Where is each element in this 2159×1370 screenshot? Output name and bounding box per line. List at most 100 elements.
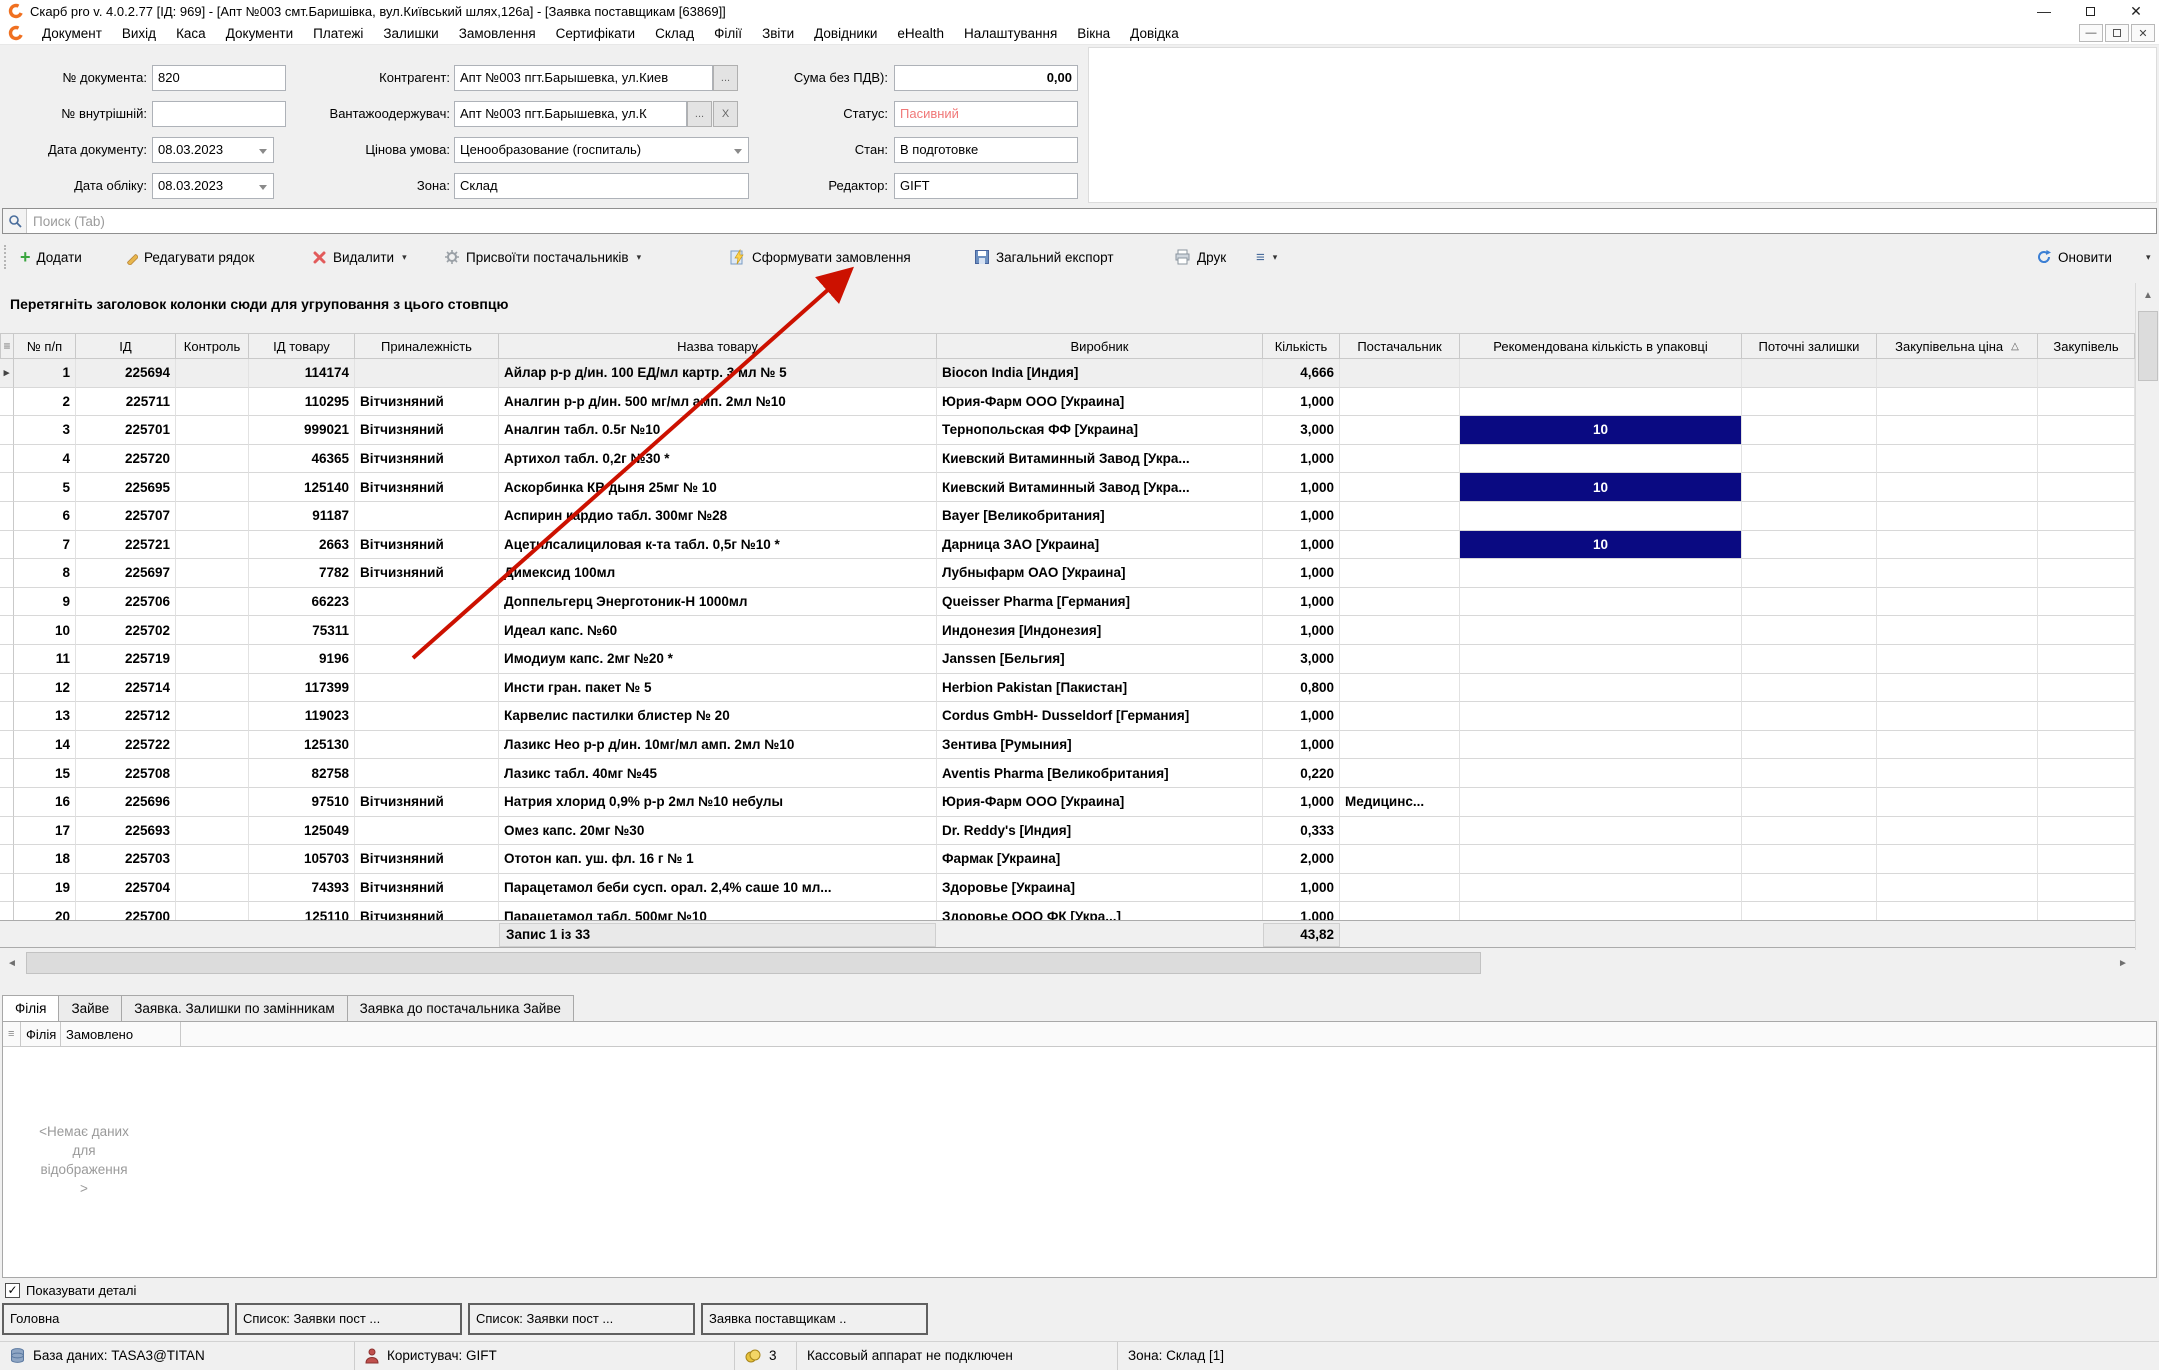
window-button-holovna[interactable]: Головна [2, 1303, 229, 1335]
menu-item-Документ[interactable]: Документ [32, 24, 112, 43]
window-button-spysok-2[interactable]: Список: Заявки пост ... [468, 1303, 695, 1335]
menu-item-Документи[interactable]: Документи [216, 24, 303, 43]
table-row[interactable]: 422572046365ВітчизнянийАртихол табл. 0,2… [0, 445, 2135, 474]
menu-item-Склад[interactable]: Склад [645, 24, 704, 43]
window-button-zayavka[interactable]: Заявка поставщикам .. [701, 1303, 928, 1335]
assign-suppliers-button[interactable]: Присвоїти постачальників▾ [440, 243, 645, 271]
close-icon[interactable]: ✕ [2113, 0, 2159, 22]
menu-item-Замовлення[interactable]: Замовлення [449, 24, 546, 43]
column-header-qty[interactable]: Кількість [1263, 333, 1340, 359]
column-header-stock[interactable]: Поточні залишки [1742, 333, 1877, 359]
notes-area[interactable] [1088, 47, 2157, 203]
horizontal-scroll-thumb[interactable] [26, 952, 1481, 974]
table-row[interactable]: 17225693125049Омез капс. 20мг №30Dr. Red… [0, 817, 2135, 846]
menu-item-Вихід[interactable]: Вихід [112, 24, 166, 43]
grid-header[interactable]: ≡№ п/пІДКонтрольІД товаруПриналежністьНа… [0, 333, 2135, 359]
delete-button[interactable]: Видалити▾ [308, 243, 411, 271]
table-row[interactable]: 20225700125110ВітчизнянийПарацетамол таб… [0, 902, 2135, 920]
menu-item-Залишки[interactable]: Залишки [373, 24, 448, 43]
table-row[interactable]: 18225703105703ВітчизнянийОтотон кап. уш.… [0, 845, 2135, 874]
column-header-id[interactable]: ІД [76, 333, 176, 359]
menu-item-Налаштування[interactable]: Налаштування [954, 24, 1067, 43]
table-row[interactable]: 1022570275311Идеал капс. №60Индонезия [И… [0, 616, 2135, 645]
menu-item-Звіти[interactable]: Звіти [752, 24, 804, 43]
minimize-icon[interactable]: — [2021, 0, 2067, 22]
table-row[interactable]: 112257199196Имодиум капс. 2мг №20 *Janss… [0, 645, 2135, 674]
refresh-button[interactable]: Оновити [2032, 243, 2116, 271]
cell-price2 [2038, 731, 2135, 760]
menu-item-Довідники[interactable]: Довідники [804, 24, 887, 43]
table-row[interactable]: 14225722125130Лазикс Нео р-р д/ин. 10мг/… [0, 731, 2135, 760]
cell-tovar_id: 2663 [249, 531, 355, 560]
tab-zayavka-postachalnyka[interactable]: Заявка до постачальника Зайве [348, 995, 574, 1022]
menu-item-Довідка[interactable]: Довідка [1120, 24, 1189, 43]
search-input[interactable]: Поиск (Tab) [2, 208, 2157, 234]
menu-item-Вікна[interactable]: Вікна [1067, 24, 1120, 43]
scroll-left-icon[interactable]: ◄ [0, 950, 24, 976]
sum-field[interactable]: 0,00 [894, 65, 1078, 91]
search-icon[interactable] [3, 209, 27, 233]
column-header-maker[interactable]: Виробник [937, 333, 1263, 359]
table-row[interactable]: 1522570882758Лазикс табл. 40мг №45Aventi… [0, 759, 2135, 788]
tab-zalyshky-zaminnyky[interactable]: Заявка. Залишки по замінникам [122, 995, 347, 1022]
column-header-control[interactable]: Контроль [176, 333, 249, 359]
mdi-restore-icon[interactable] [2105, 24, 2129, 42]
menu-item-eHealth[interactable]: eHealth [887, 24, 954, 43]
cell-supplier [1340, 731, 1460, 760]
checkbox-checked-icon[interactable]: ✓ [5, 1283, 20, 1298]
table-row[interactable]: 3225701999021ВітчизнянийАналгин табл. 0.… [0, 416, 2135, 445]
mdi-close-icon[interactable]: ✕ [2131, 24, 2155, 42]
form-order-button[interactable]: Сформувати замовлення [726, 243, 915, 271]
detail-col-zamovleno[interactable]: Замовлено [61, 1022, 181, 1046]
column-header-name[interactable]: Назва товару [499, 333, 937, 359]
table-row[interactable]: 12225714117399Инсти гран. пакет № 5Herbi… [0, 674, 2135, 703]
gear-icon [444, 249, 460, 265]
mdi-minimize-icon[interactable]: — [2079, 24, 2103, 42]
detail-grid-header[interactable]: ≡ Філія Замовлено [3, 1022, 2156, 1047]
maximize-icon[interactable] [2067, 0, 2113, 22]
table-row[interactable]: 922570666223Доппельгерц Энерготоник-Н 10… [0, 588, 2135, 617]
toolbar-overflow-icon[interactable]: ▾ [2140, 243, 2155, 271]
table-row[interactable]: 2225711110295ВітчизнянийАналгин р-р д/ин… [0, 388, 2135, 417]
show-details-checkbox[interactable]: ✓ Показувати деталі [5, 1281, 136, 1299]
table-row[interactable]: 1922570474393ВітчизнянийПарацетамол беби… [0, 874, 2135, 903]
tab-zayve[interactable]: Зайве [59, 995, 122, 1022]
cell-supplier [1340, 616, 1460, 645]
list-menu-button[interactable]: ≡▾ [1252, 243, 1281, 271]
column-header-price2[interactable]: Закупівель [2038, 333, 2135, 359]
cell-n: 15 [14, 759, 76, 788]
detail-col-filiya[interactable]: Філія [21, 1022, 61, 1046]
add-button[interactable]: +Додати [16, 243, 86, 271]
consignee-field[interactable]: Апт №003 пгт.Барышевка, ул.К [454, 101, 687, 127]
table-row[interactable]: 72257212663ВітчизнянийАцетилсалициловая … [0, 531, 2135, 560]
column-header-supplier[interactable]: Постачальник [1340, 333, 1460, 359]
table-row[interactable]: 82256977782ВітчизнянийДимексид 100млЛубн… [0, 559, 2135, 588]
menu-item-Платежі[interactable]: Платежі [303, 24, 373, 43]
column-header-rec[interactable]: Рекомендована кількість в упаковці [1460, 333, 1742, 359]
scroll-right-icon[interactable]: ► [2111, 950, 2135, 976]
table-row[interactable]: 13225712119023Карвелис пастилки блистер … [0, 702, 2135, 731]
global-export-button[interactable]: Загальний експорт [970, 243, 1118, 271]
table-row[interactable]: ▸1225694114174Айлар р-р д/ин. 100 ЕД/мл … [0, 359, 2135, 388]
table-row[interactable]: 622570791187Аспирин кардио табл. 300мг №… [0, 502, 2135, 531]
print-button[interactable]: Друк [1170, 243, 1230, 271]
vertical-scrollbar[interactable]: ▲ ▼ [2135, 283, 2159, 976]
grid-grip-icon: ≡ [0, 333, 14, 359]
scroll-up-icon[interactable]: ▲ [2136, 283, 2159, 307]
menu-item-Сертифікати[interactable]: Сертифікати [546, 24, 645, 43]
tab-filiya[interactable]: Філія [2, 995, 59, 1022]
column-header-n[interactable]: № п/п [14, 333, 76, 359]
edit-row-button[interactable]: Редагувати рядок [118, 243, 258, 271]
table-row[interactable]: 5225695125140ВітчизнянийАскорбинка КВ ды… [0, 473, 2135, 502]
contragent-field[interactable]: Апт №003 пгт.Барышевка, ул.Киев [454, 65, 713, 91]
menu-item-Філії[interactable]: Філії [704, 24, 752, 43]
cell-price2 [2038, 817, 2135, 846]
column-header-price[interactable]: Закупівельна ціна△ [1877, 333, 2038, 359]
table-row[interactable]: 1622569697510ВітчизнянийНатрия хлорид 0,… [0, 788, 2135, 817]
horizontal-scrollbar[interactable]: ◄ ► [0, 950, 2135, 976]
column-header-tovar_id[interactable]: ІД товару [249, 333, 355, 359]
window-button-spysok-1[interactable]: Список: Заявки пост ... [235, 1303, 462, 1335]
menu-item-Каса[interactable]: Каса [166, 24, 216, 43]
vertical-scroll-thumb[interactable] [2138, 311, 2158, 381]
column-header-origin[interactable]: Приналежність [355, 333, 499, 359]
